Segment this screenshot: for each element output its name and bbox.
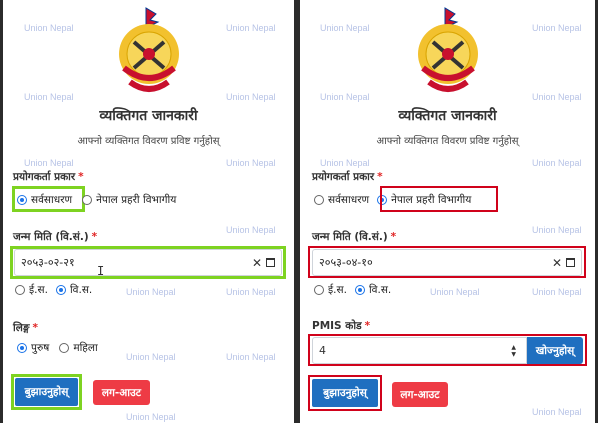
dob-value: २०५३-०२-२१: [21, 256, 75, 269]
calendar-type-radio-group: ई.स. वि.स.: [314, 283, 391, 297]
dob-label-text: जन्म मिति (वि.सं.): [13, 231, 89, 243]
watermark: Union Nepal: [532, 407, 582, 417]
watermark: Union Nepal: [226, 158, 276, 168]
clear-icon[interactable]: ✕: [252, 256, 262, 270]
logout-button[interactable]: लग-आउट: [392, 382, 448, 407]
radio-dot-selected[interactable]: [17, 195, 27, 205]
clear-icon[interactable]: ✕: [552, 256, 562, 270]
required-marker: *: [377, 171, 383, 183]
number-stepper-icon[interactable]: ▲ ▼: [511, 344, 516, 358]
pmis-label-text: PMIS कोड: [312, 320, 362, 332]
watermark: Union Nepal: [126, 412, 176, 422]
radio-general-label: सर्वसाधरण: [328, 194, 370, 206]
logout-button[interactable]: लग-आउट: [93, 380, 150, 405]
radio-ad-label: ई.स.: [29, 284, 48, 296]
radio-dot[interactable]: [59, 343, 70, 353]
radio-police-label: नेपाल प्रहरी विभागीय: [96, 194, 177, 206]
watermark: Union Nepal: [126, 287, 176, 297]
watermark: Union Nepal: [430, 287, 480, 297]
watermark: Union Nepal: [320, 23, 370, 33]
watermark: Union Nepal: [126, 352, 176, 362]
dob-label-text: जन्म मिति (वि.सं.): [312, 231, 388, 243]
radio-male[interactable]: पुरुष: [17, 341, 49, 355]
pmis-input[interactable]: 4 ▲ ▼: [312, 337, 527, 364]
page-title: व्यक्तिगत जानकारी: [398, 108, 497, 124]
user-type-label: प्रयोगकर्ता प्रकार *: [13, 170, 84, 184]
page-subtitle: आफ्नो व्यक्तिगत विवरण प्रविष्ट गर्नुहोस्: [77, 136, 220, 147]
radio-bs-label: वि.स.: [69, 284, 93, 296]
radio-male-label: पुरुष: [31, 342, 50, 354]
watermark: Union Nepal: [226, 352, 276, 362]
user-type-label-text: प्रयोगकर्ता प्रकार: [13, 171, 76, 183]
stepper-up-icon[interactable]: ▲: [511, 344, 516, 351]
page-title: व्यक्तिगत जानकारी: [99, 108, 198, 124]
watermark: Union Nepal: [226, 225, 276, 235]
dob-value: २०५३-०४-१०: [319, 256, 373, 269]
watermark: Union Nepal: [532, 23, 582, 33]
pmis-label: PMIS कोड *: [312, 319, 370, 333]
calendar-icon[interactable]: [566, 258, 575, 267]
radio-police[interactable]: नेपाल प्रहरी विभागीय: [82, 193, 176, 207]
radio-dot-selected[interactable]: [17, 343, 27, 353]
user-type-label: प्रयोगकर्ता प्रकार *: [312, 170, 383, 184]
required-marker: *: [91, 231, 98, 243]
radio-dot[interactable]: [82, 195, 93, 205]
page-subtitle: आफ्नो व्यक्तिगत विवरण प्रविष्ट गर्नुहोस्: [376, 136, 519, 147]
radio-dot[interactable]: [314, 195, 324, 205]
dob-input[interactable]: २०५३-०४-१० ✕: [312, 249, 582, 276]
radio-ad[interactable]: ई.स.: [314, 283, 347, 297]
user-type-radio-group: सर्वसाधरण नेपाल प्रहरी विभागीय: [17, 193, 176, 207]
radio-dot[interactable]: [15, 285, 25, 295]
right-screen: Union Nepal Union Nepal Union Nepal Unio…: [300, 0, 595, 423]
search-button[interactable]: खोज्नुहोस्: [527, 337, 583, 364]
watermark: Union Nepal: [226, 92, 276, 102]
required-marker: *: [78, 171, 84, 183]
pmis-value: 4: [319, 344, 326, 357]
submit-button[interactable]: बुझाउनुहोस्: [312, 379, 378, 407]
watermark: Union Nepal: [24, 92, 74, 102]
watermark: Union Nepal: [226, 287, 276, 297]
left-screen: Union Nepal Union Nepal Union Nepal Unio…: [3, 0, 294, 423]
dob-input[interactable]: २०५३-०२-२१ ✕: [14, 249, 282, 276]
calendar-icon[interactable]: [266, 258, 275, 267]
watermark: Union Nepal: [532, 158, 582, 168]
radio-female[interactable]: महिला: [59, 341, 98, 355]
watermark: Union Nepal: [320, 158, 370, 168]
stepper-down-icon[interactable]: ▼: [511, 351, 516, 358]
required-marker: *: [32, 322, 39, 334]
radio-ad-label: ई.स.: [328, 284, 347, 296]
text-cursor-icon: I: [97, 264, 105, 278]
gender-radio-group: पुरुष महिला: [17, 341, 98, 355]
radio-bs[interactable]: वि.स.: [55, 283, 93, 297]
watermark: Union Nepal: [226, 23, 276, 33]
highlight-user-type: [380, 186, 498, 212]
radio-bs-label: वि.स.: [368, 284, 392, 296]
submit-button[interactable]: बुझाउनुहोस्: [15, 378, 78, 406]
radio-female-label: महिला: [73, 342, 98, 354]
watermark: Union Nepal: [532, 225, 582, 235]
nepal-police-emblem: [417, 7, 478, 92]
radio-general[interactable]: सर्वसाधरण: [17, 193, 72, 207]
nepal-police-emblem: [118, 7, 179, 92]
required-marker: *: [364, 320, 371, 332]
gender-label-text: लिङ्ग: [13, 322, 30, 334]
watermark: Union Nepal: [532, 92, 582, 102]
calendar-type-radio-group: ई.स. वि.स.: [15, 283, 92, 297]
watermark: Union Nepal: [24, 23, 74, 33]
user-type-label-text: प्रयोगकर्ता प्रकार: [312, 171, 375, 183]
radio-dot-selected[interactable]: [354, 285, 365, 295]
gender-label: लिङ्ग *: [13, 321, 38, 335]
radio-general[interactable]: सर्वसाधरण: [314, 193, 369, 207]
watermark: Union Nepal: [320, 92, 370, 102]
radio-ad[interactable]: ई.स.: [15, 283, 48, 297]
radio-dot[interactable]: [314, 285, 324, 295]
dob-label: जन्म मिति (वि.सं.) *: [13, 230, 97, 244]
radio-general-label: सर्वसाधरण: [31, 194, 73, 206]
watermark: Union Nepal: [532, 287, 582, 297]
dob-label: जन्म मिति (वि.सं.) *: [312, 230, 396, 244]
watermark: Union Nepal: [24, 158, 74, 168]
radio-dot-selected[interactable]: [55, 285, 66, 295]
radio-bs[interactable]: वि.स.: [354, 283, 392, 297]
required-marker: *: [390, 231, 397, 243]
